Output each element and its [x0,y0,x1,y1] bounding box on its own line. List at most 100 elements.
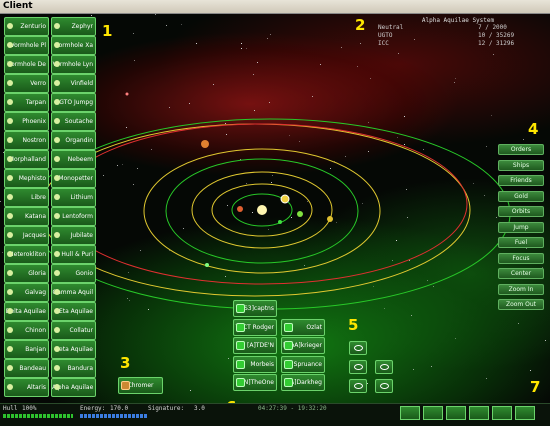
contact-button[interactable]: Katana [4,207,49,226]
star [341,47,342,48]
tray-button-4[interactable] [469,406,489,420]
contact-icon [7,175,13,181]
contact-button[interactable]: UGTO Jumpg [51,93,96,112]
star [183,228,184,229]
contact-button[interactable]: Jubilate [51,226,96,245]
tray-button-2[interactable] [423,406,443,420]
action-button-2[interactable] [349,360,367,374]
contact-button[interactable]: Heterokliton [4,245,49,264]
nav-button[interactable]: Jump [498,221,544,233]
contact-icon [7,327,13,333]
contact-button[interactable]: Alpha Aquilae [51,378,96,397]
star [312,96,313,97]
contact-button[interactable]: Lithium [51,188,96,207]
contact-button[interactable]: Organdin [51,131,96,150]
contact-button[interactable]: Vormhole Xa [51,36,96,55]
contact-button[interactable]: Soutache [51,112,96,131]
contact-icon [54,99,60,105]
nav-button[interactable]: Center [498,268,544,279]
ship-button[interactable]: [eS3]captns [233,300,277,317]
ship-button[interactable]: Morbeis [233,355,277,373]
contact-button[interactable]: Mephisto [4,169,49,188]
ship-button[interactable]: Spruance [281,355,325,373]
ship-button[interactable]: [A]TDE'N [233,337,277,354]
contact-button[interactable]: Zenturio [4,17,49,36]
ship-icon [354,364,363,370]
contact-button[interactable]: Bandura [51,359,96,378]
action-button-5[interactable] [375,379,393,393]
contact-button[interactable]: Collatur [51,321,96,340]
contact-button[interactable]: Altaris [4,378,49,397]
faction-row: Neutral 7 / 2000 [378,24,538,32]
contact-label: Collatur [69,327,94,334]
ship-label: [A]TDE'N [247,342,274,349]
star [181,24,182,25]
ship-button[interactable]: [HN]TheOne [233,374,277,391]
nav-button[interactable]: Orbits [498,206,544,217]
contact-button[interactable]: Gamma Aquil [51,283,96,302]
contact-button[interactable]: Lentoform [51,207,96,226]
star [133,184,134,185]
contact-button[interactable]: Galvag [4,283,49,302]
ship-icon [236,378,245,387]
contact-button[interactable]: Banjan [4,340,49,359]
contact-button[interactable]: Eta Aquilae [51,302,96,321]
contact-button[interactable]: Libre [4,188,49,207]
star [373,286,374,287]
contact-button[interactable]: Hull & Puri [51,245,96,264]
contact-icon [7,80,13,86]
contact-label: Chinon [25,327,46,334]
contact-button[interactable]: Bandeau [4,359,49,378]
ship-button[interactable]: [MoA]krieger [281,337,325,354]
nav-button[interactable]: Zoom In [498,283,544,295]
contact-button[interactable]: Nebeem [51,150,96,169]
nav-button[interactable]: Zoom Out [498,299,544,310]
star [133,33,134,34]
contact-icon [54,327,60,333]
contact-button[interactable]: Jacques [4,226,49,245]
star [407,217,408,218]
star [368,151,369,152]
star [271,182,272,183]
contact-button[interactable]: Vormhole De [4,55,49,74]
contact-button[interactable]: Vormhole Lyn [51,55,96,74]
contact-button[interactable]: Chinon [4,321,49,340]
tray-button-1[interactable] [400,406,420,420]
contact-button[interactable]: Vormhole Pl [4,36,49,55]
contact-button[interactable]: Verro [4,74,49,93]
nav-button[interactable]: Friends [498,175,544,186]
hull-label: Hull [3,405,18,412]
contact-button[interactable]: Zephyr [51,17,96,36]
nav-button[interactable]: Orders [498,144,544,155]
energy-bar [80,414,148,418]
nav-button[interactable]: Gold [498,190,544,202]
contact-button[interactable]: Monopetter [51,169,96,188]
contact-button[interactable]: Delta Aquilae [4,302,49,321]
ship-button[interactable]: TFCT Rodger [233,318,277,336]
star [268,229,269,230]
tray-button-6[interactable] [515,406,535,420]
nav-button[interactable]: Focus [498,252,544,264]
contact-button[interactable]: Gloria [4,264,49,283]
nav-button[interactable]: Ships [498,159,544,171]
tray-button-3[interactable] [446,406,466,420]
contact-icon [7,42,13,48]
ship-button[interactable]: [VA]Darkheg [281,374,325,391]
contact-button[interactable]: Gonio [51,264,96,283]
contact-button[interactable]: Phoenix [4,112,49,131]
contact-button[interactable]: Tarpan [4,93,49,112]
star [228,358,229,359]
contact-button[interactable]: Beta Aquilae [51,340,96,359]
contact-icon [7,308,13,314]
nav-button[interactable]: Fuel [498,237,544,248]
contact-button[interactable]: Nostron [4,131,49,150]
contact-button[interactable]: Morphalland [4,150,49,169]
star [169,107,170,108]
action-button-4[interactable] [349,379,367,393]
action-button-1[interactable] [349,341,367,355]
action-button-3[interactable] [375,360,393,374]
contact-button[interactable]: Vinfield [51,74,96,93]
ship-button[interactable]: Ozlat [281,318,325,336]
tray-button-5[interactable] [492,406,512,420]
selected-object-button[interactable]: Chromer [118,377,163,394]
